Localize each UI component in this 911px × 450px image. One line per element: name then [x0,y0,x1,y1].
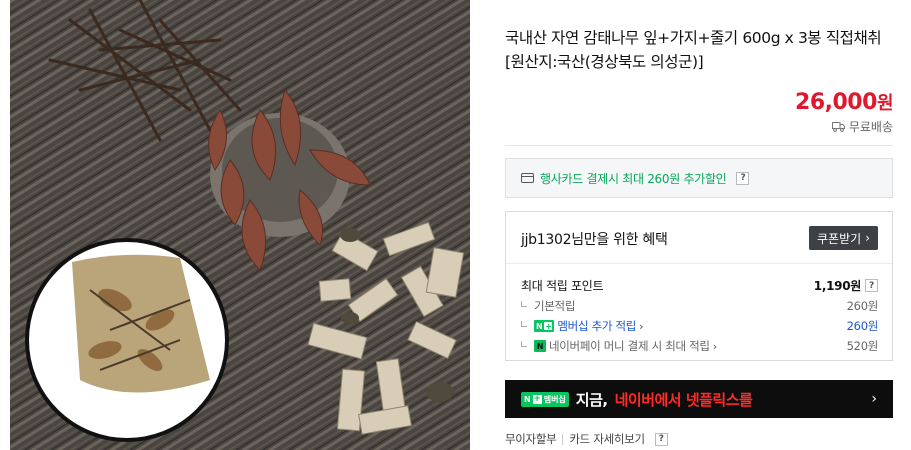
chevron-right-icon: › [871,391,877,407]
points-row-value: 520원 [846,339,879,353]
naver-pay-icon: N [534,340,546,352]
naver-plus-membership-icon: N + [534,320,555,332]
product-title: 국내산 자연 감태나무 잎+가지+줄기 600g x 3봉 직접채취 [원산지:… [505,29,882,71]
points-row-value: 260원 [846,299,879,313]
help-icon[interactable]: ? [736,171,750,185]
price-unit: 원 [876,93,894,114]
netflix-promo-banner[interactable]: N + 멤버십 지금, 네이버에서 넷플릭스를 › [505,380,893,418]
points-row-membership[interactable]: N + 멤버십 추가 적립 › 260원 [521,318,878,334]
points-row-label: 기본적립 [534,299,576,313]
max-points-value: 1,190원 [813,279,862,293]
tree-corner-icon [521,301,527,307]
naver-plus-membership-badge: N + 멤버십 [521,391,569,407]
payment-links: 무이자할부 카드 자세히보기 ? [505,431,668,447]
banner-text-red: 네이버에서 넷플릭스를 [614,390,753,409]
product-price: 26,000원 [795,89,893,115]
chevron-right-icon: › [639,319,644,333]
points-row-basic: 기본적립 260원 [521,298,878,314]
product-photo-illustration [10,0,470,450]
card-promo-text: 행사카드 결제시 최대 260원 추가할인 [540,171,727,186]
chevron-right-icon: › [712,339,717,353]
chevron-right-icon: › [865,231,870,245]
max-points-row: 최대 적립 포인트 1,190원? [521,277,878,294]
help-icon[interactable]: ? [654,432,668,446]
tree-corner-icon [521,321,527,327]
credit-card-icon [521,173,534,183]
points-row-value: 260원 [846,319,879,333]
card-promo-box[interactable]: 행사카드 결제시 최대 260원 추가할인 ? [505,158,893,198]
points-row-npay[interactable]: N 네이버페이 머니 결제 시 최대 적립 › 520원 [521,338,878,354]
max-points-label: 최대 적립 포인트 [521,279,604,293]
npay-points-link[interactable]: 네이버페이 머니 결제 시 최대 적립 [549,338,710,354]
card-detail-link[interactable]: 카드 자세히보기 [569,431,645,447]
membership-points-link[interactable]: 멤버십 추가 적립 [557,318,636,334]
banner-text-white: 지금, [575,390,608,409]
divider [562,433,564,445]
truck-icon [831,122,845,132]
divider [505,145,893,146]
benefit-box: jjb1302님만을 위한 혜택 쿠폰받기 › 최대 적립 포인트 1,190원… [505,211,893,361]
installment-link[interactable]: 무이자할부 [505,431,557,447]
product-image[interactable] [10,0,470,450]
shipping-label: 무료배송 [848,120,893,134]
tree-corner-icon [521,341,527,347]
coupon-button-label: 쿠폰받기 [817,231,862,246]
benefit-title: jjb1302님만을 위한 혜택 [521,232,668,248]
divider [506,263,892,264]
shipping-info: 무료배송 [831,118,893,135]
price-amount: 26,000 [795,90,877,115]
coupon-button[interactable]: 쿠폰받기 › [809,226,878,250]
help-icon[interactable]: ? [865,279,878,292]
